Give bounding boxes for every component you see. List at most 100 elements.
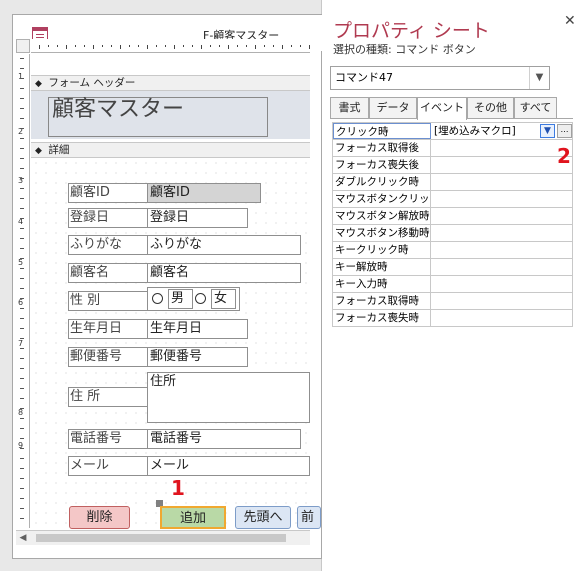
property-row[interactable]: マウスボタン解放時 [333, 208, 573, 225]
male-radio-label[interactable]: 男 [168, 289, 193, 309]
ruler-tick [20, 78, 24, 79]
property-row[interactable]: キークリック時 [333, 242, 573, 259]
phone-label[interactable]: 電話番号 [68, 429, 148, 449]
property-row[interactable]: マウスボタンクリック時 [333, 191, 573, 208]
chevron-down-icon[interactable]: ▼ [529, 67, 549, 89]
ruler-tick [20, 228, 24, 229]
tab-other[interactable]: その他 [467, 97, 514, 119]
scroll-left-icon[interactable]: ◀ [16, 531, 30, 545]
horizontal-ruler [31, 39, 310, 53]
postal-code-textbox[interactable]: 郵便番号 [147, 347, 248, 367]
property-value[interactable] [432, 259, 573, 275]
email-label[interactable]: メール [68, 456, 148, 476]
ruler-tick [20, 508, 24, 509]
property-row[interactable]: フォーカス取得時 [333, 293, 573, 310]
property-value[interactable] [432, 174, 573, 190]
property-value[interactable] [432, 310, 573, 326]
form-selector-box[interactable] [16, 39, 30, 53]
female-radio[interactable] [195, 293, 206, 304]
ruler-tick [84, 45, 85, 47]
horizontal-scrollbar[interactable]: ◀ [16, 530, 310, 545]
property-row[interactable]: フォーカス取得後 [333, 140, 573, 157]
form-header-area[interactable]: 顧客マスター [31, 91, 310, 139]
property-row[interactable]: ダブルクリック時 [333, 174, 573, 191]
object-select-value: コマンド47 [335, 71, 393, 84]
address-label[interactable]: 住 所 [68, 387, 148, 407]
property-value[interactable] [432, 191, 573, 207]
ruler-tick [246, 45, 247, 47]
property-row[interactable]: キー解放時 [333, 259, 573, 276]
ruler-tick [20, 308, 24, 309]
birthdate-label[interactable]: 生年月日 [68, 319, 148, 339]
close-icon[interactable]: ✕ [564, 13, 576, 29]
customer-name-textbox[interactable]: 顧客名 [147, 263, 301, 283]
female-radio-label[interactable]: 女 [211, 289, 236, 309]
ruler-tick [156, 45, 157, 47]
property-value[interactable] [432, 208, 573, 224]
ruler-tick [20, 58, 24, 59]
tab-format[interactable]: 書式 [330, 97, 369, 119]
male-radio[interactable] [152, 293, 163, 304]
tab-all[interactable]: すべて [514, 97, 557, 119]
first-record-button[interactable]: 先頭へ [235, 506, 291, 529]
ruler-tick [20, 218, 24, 219]
birthdate-textbox[interactable]: 生年月日 [147, 319, 248, 339]
form-header-section-bar[interactable]: ◆ フォーム ヘッダー [31, 75, 310, 91]
property-row[interactable]: キー入力時 [333, 276, 573, 293]
header-title-label[interactable]: 顧客マスター [48, 97, 268, 137]
property-value[interactable] [432, 225, 573, 241]
property-sheet-pane: プロパティ シート ✕ 選択の種類: コマンド ボタン コマンド47 ▼ 書式 … [323, 0, 583, 571]
furigana-label[interactable]: ふりがな [68, 235, 148, 255]
ruler-tick [20, 238, 24, 239]
property-value[interactable] [432, 293, 573, 309]
customer-id-label[interactable]: 顧客ID [68, 183, 148, 203]
chevron-down-icon[interactable]: ▼ [540, 124, 555, 138]
ruler-tick [39, 45, 40, 49]
property-name: ダブルクリック時 [333, 174, 431, 190]
registration-date-label[interactable]: 登録日 [68, 208, 148, 228]
detail-section-bar[interactable]: ◆ 詳細 [31, 142, 310, 158]
add-button[interactable]: 追加 [160, 506, 226, 529]
tab-event[interactable]: イベント [417, 97, 467, 120]
selection-type-label: 選択の種類: コマンド ボタン [333, 43, 476, 56]
property-value[interactable] [432, 242, 573, 258]
object-select-dropdown[interactable]: コマンド47 ▼ [330, 66, 550, 90]
ruler-tick [20, 408, 24, 409]
property-name: キー入力時 [333, 276, 431, 292]
ruler-tick [273, 45, 274, 47]
delete-button[interactable]: 削除 [69, 506, 130, 529]
address-textbox[interactable]: 住所 [147, 372, 310, 423]
property-row[interactable]: クリック時 [埋め込みマクロ] ▼ … [333, 123, 573, 140]
ruler-tick [201, 45, 202, 49]
scroll-thumb[interactable] [36, 534, 286, 542]
phone-textbox[interactable]: 電話番号 [147, 429, 301, 449]
gender-label[interactable]: 性 別 [68, 291, 148, 311]
property-value[interactable] [432, 140, 573, 156]
customer-name-label[interactable]: 顧客名 [68, 263, 148, 283]
ruler-tick [237, 45, 238, 47]
ruler-tick [291, 45, 292, 47]
builder-button[interactable]: … [557, 124, 572, 138]
property-row[interactable]: フォーカス喪失後 [333, 157, 573, 174]
ruler-tick [20, 278, 24, 279]
property-row[interactable]: フォーカス喪失時 [333, 310, 573, 327]
registration-date-textbox[interactable]: 登録日 [147, 208, 248, 228]
ruler-number: 5 [18, 258, 24, 267]
property-name: キークリック時 [333, 242, 431, 258]
property-value[interactable] [432, 157, 573, 173]
email-textbox[interactable]: メール [147, 456, 310, 476]
postal-code-label[interactable]: 郵便番号 [68, 347, 148, 367]
previous-record-button[interactable]: 前 [297, 506, 321, 529]
property-value[interactable] [432, 276, 573, 292]
ruler-number: 6 [18, 298, 24, 307]
customer-id-textbox[interactable]: 顧客ID [147, 183, 261, 203]
ruler-ticks [39, 45, 310, 49]
furigana-textbox[interactable]: ふりがな [147, 235, 301, 255]
ruler-tick [20, 138, 24, 139]
gender-option-group[interactable]: 男 女 [147, 287, 240, 311]
ruler-tick [255, 45, 256, 49]
property-tabs: 書式 データ イベント その他 すべて [330, 97, 573, 120]
property-row[interactable]: マウスボタン移動時 [333, 225, 573, 242]
ruler-tick [20, 358, 24, 359]
tab-data[interactable]: データ [369, 97, 417, 119]
